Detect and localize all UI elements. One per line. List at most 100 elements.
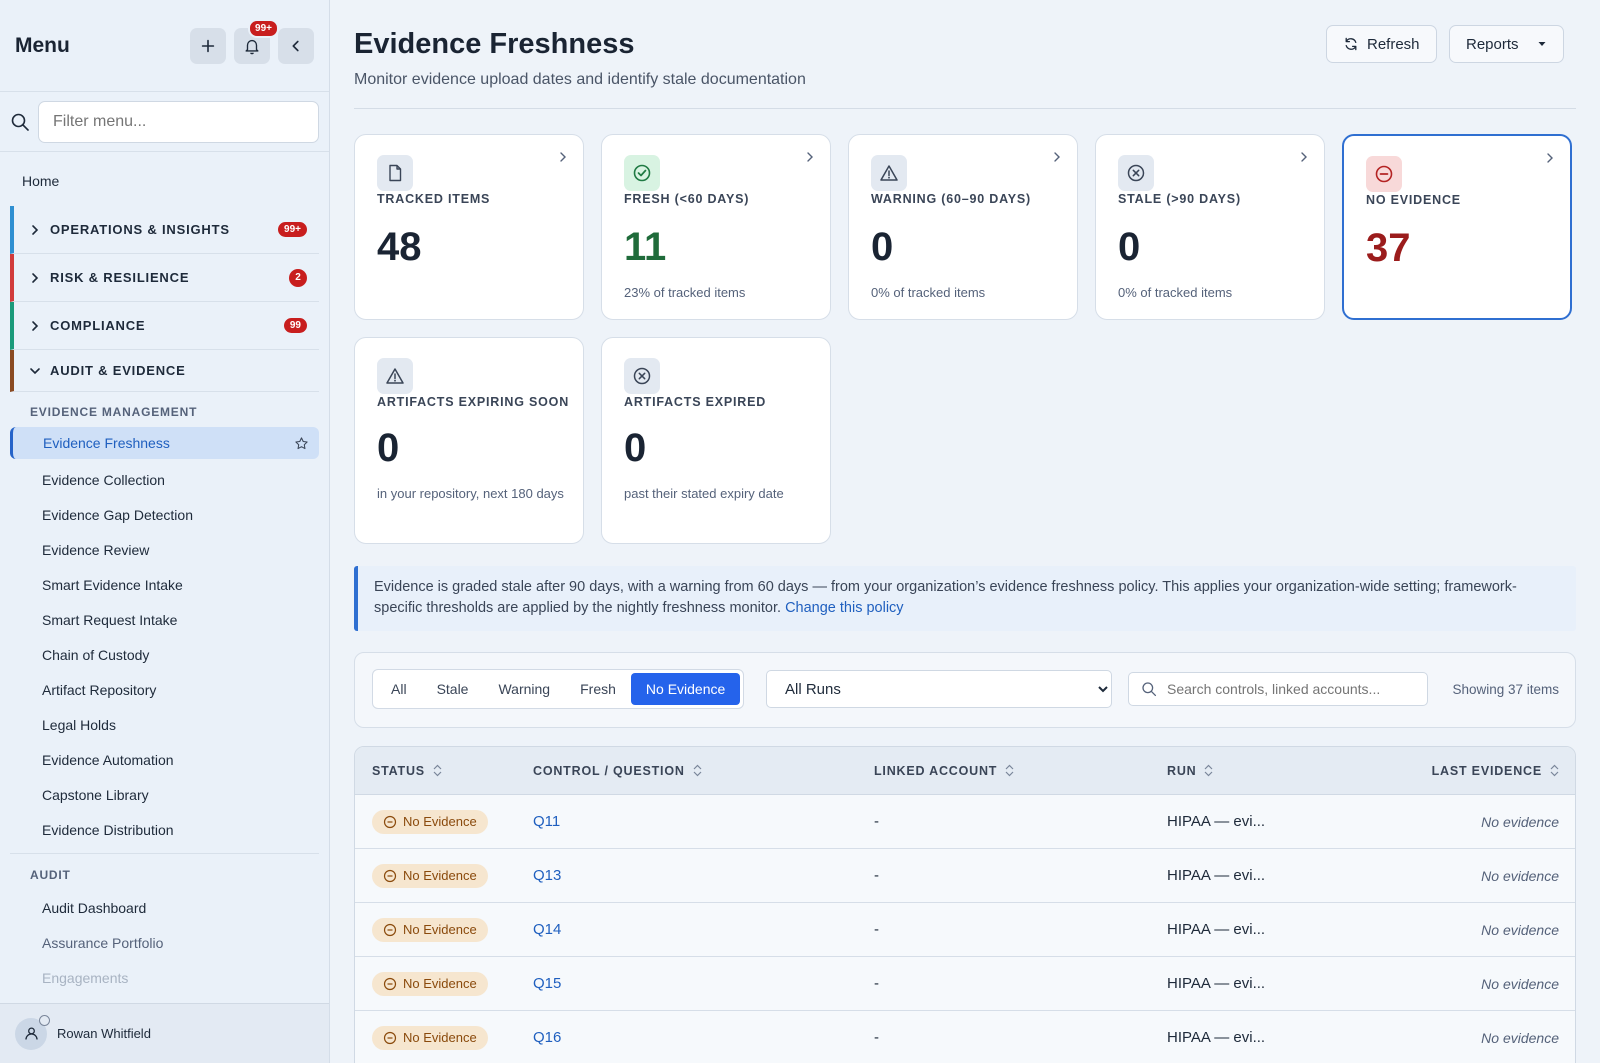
nav-item-evidence-automation[interactable]: Evidence Automation — [0, 742, 329, 777]
chevron-left-icon — [292, 40, 299, 51]
sort-icon — [1205, 764, 1213, 777]
status-label: No Evidence — [403, 976, 477, 991]
chevron-right-icon — [1547, 153, 1553, 163]
nav-group-risk-resilience[interactable]: RISK & RESILIENCE 2 — [10, 254, 319, 302]
user-footer[interactable]: Rowan Whitfield — [0, 1003, 329, 1063]
control-link[interactable]: Q15 — [533, 975, 561, 992]
tab-no-evidence[interactable]: No Evidence — [630, 673, 741, 705]
evidence-table: STATUS CONTROL / QUESTION LINKED ACCOUNT… — [354, 746, 1576, 1063]
card-warning[interactable]: WARNING (60–90 DAYS) 0 0% of tracked ite… — [848, 134, 1078, 320]
last-evidence-cell: No evidence — [1481, 975, 1559, 992]
card-tracked-items[interactable]: TRACKED ITEMS 48 — [354, 134, 584, 320]
tab-stale[interactable]: Stale — [422, 673, 484, 705]
card-label: STALE (>90 DAYS) — [1118, 192, 1241, 206]
status-cell: No Evidence — [355, 971, 533, 996]
add-button[interactable] — [190, 27, 226, 64]
tab-warning[interactable]: Warning — [483, 673, 565, 705]
table-row[interactable]: No Evidence Q15 - HIPAA — evi... No evid… — [355, 957, 1575, 1011]
table-row[interactable]: No Evidence Q11 - HIPAA — evi... No evid… — [355, 795, 1575, 849]
nav-item-evidence-distribution[interactable]: Evidence Distribution — [0, 812, 329, 847]
table-row[interactable]: No Evidence Q14 - HIPAA — evi... No evid… — [355, 903, 1575, 957]
search-controls-input[interactable] — [1167, 681, 1427, 697]
control-link[interactable]: Q14 — [533, 921, 561, 938]
column-label: LAST EVIDENCE — [1431, 763, 1542, 778]
nav-home[interactable]: Home — [0, 152, 329, 206]
nav-group-operations-insights[interactable]: OPERATIONS & INSIGHTS 99+ — [10, 206, 319, 254]
reports-button[interactable]: Reports — [1449, 25, 1564, 63]
x-circle-icon — [1118, 155, 1154, 191]
column-header-linked-account[interactable]: LINKED ACCOUNT — [874, 764, 1167, 778]
card-stale[interactable]: STALE (>90 DAYS) 0 0% of tracked items — [1095, 134, 1325, 320]
nav-item-smart-request-intake[interactable]: Smart Request Intake — [0, 602, 329, 637]
status-label: No Evidence — [403, 868, 477, 883]
column-header-status[interactable]: STATUS — [355, 764, 533, 778]
filter-menu-input[interactable] — [38, 100, 319, 143]
nav-group-badge: 99 — [283, 318, 307, 333]
refresh-label: Refresh — [1367, 35, 1420, 53]
card-no-evidence[interactable]: NO EVIDENCE 37 — [1342, 134, 1572, 320]
status-cell: No Evidence — [355, 863, 533, 888]
change-policy-link[interactable]: Change this policy — [785, 600, 904, 616]
nav-item-smart-evidence-intake[interactable]: Smart Evidence Intake — [0, 567, 329, 602]
sidebar: Menu 99+ Home OPERATIONS & INSIGHTS 99+ … — [0, 0, 330, 1063]
refresh-icon — [1345, 37, 1357, 51]
column-label: RUN — [1167, 763, 1197, 778]
chevron-right-icon — [1301, 152, 1307, 162]
refresh-button[interactable]: Refresh — [1326, 25, 1437, 63]
chevron-right-icon — [1054, 152, 1060, 162]
column-label: CONTROL / QUESTION — [533, 763, 685, 778]
status-cell: No Evidence — [355, 809, 533, 834]
run-cell: HIPAA — evi... — [1167, 867, 1266, 884]
status-badge: No Evidence — [372, 1025, 488, 1050]
control-link[interactable]: Q16 — [533, 1029, 561, 1046]
nav-group-label: RISK & RESILIENCE — [50, 270, 190, 285]
table-row[interactable]: No Evidence Q13 - HIPAA — evi... No evid… — [355, 849, 1575, 903]
nav-item-assurance-portfolio[interactable]: Assurance Portfolio — [0, 925, 329, 960]
card-artifacts-expiring-soon[interactable]: ARTIFACTS EXPIRING SOON 0 in your reposi… — [354, 337, 584, 544]
notifications-button[interactable]: 99+ — [234, 18, 279, 64]
nav-item-audit-dashboard[interactable]: Audit Dashboard — [0, 890, 329, 925]
control-link[interactable]: Q11 — [533, 813, 560, 830]
card-fresh[interactable]: FRESH (<60 DAYS) 11 23% of tracked items — [601, 134, 831, 320]
check-circle-icon — [624, 155, 660, 191]
nav-item-chain-of-custody[interactable]: Chain of Custody — [0, 637, 329, 672]
card-subtext: past their stated expiry date — [624, 486, 784, 501]
nav-item-evidence-review[interactable]: Evidence Review — [0, 532, 329, 567]
nav-item-engagements[interactable]: Engagements — [0, 960, 329, 995]
nav-group-label: COMPLIANCE — [50, 318, 146, 333]
page-title: Evidence Freshness — [354, 28, 635, 60]
tab-all[interactable]: All — [376, 673, 422, 705]
run-select[interactable]: All Runs — [766, 670, 1112, 708]
card-subtext: 23% of tracked items — [624, 285, 746, 300]
status-cell: No Evidence — [355, 917, 533, 942]
card-subtext: in your repository, next 180 days — [377, 486, 564, 501]
linked-account-cell: - — [874, 975, 879, 992]
nav-item-evidence-gap-detection[interactable]: Evidence Gap Detection — [0, 497, 329, 532]
nav-item-legal-holds[interactable]: Legal Holds — [0, 707, 329, 742]
sort-icon — [1005, 764, 1014, 777]
status-badge: No Evidence — [372, 971, 488, 996]
reports-label: Reports — [1466, 35, 1519, 53]
minus-circle-icon — [383, 1031, 397, 1044]
nav-item-evidence-freshness[interactable]: Evidence Freshness — [10, 427, 319, 459]
star-icon[interactable] — [294, 436, 309, 451]
control-link[interactable]: Q13 — [533, 867, 561, 884]
run-cell: HIPAA — evi... — [1167, 1029, 1266, 1046]
column-header-run[interactable]: RUN — [1167, 764, 1367, 778]
linked-account-cell: - — [874, 1029, 879, 1046]
table-row[interactable]: No Evidence Q16 - HIPAA — evi... No evid… — [355, 1011, 1575, 1063]
nav-group-audit-evidence[interactable]: AUDIT & EVIDENCE — [10, 350, 319, 392]
nav-item-evidence-collection[interactable]: Evidence Collection — [0, 462, 329, 497]
sidebar-title: Menu — [15, 33, 70, 57]
nav-item-artifact-repository[interactable]: Artifact Repository — [0, 672, 329, 707]
nav-item-capstone-library[interactable]: Capstone Library — [0, 777, 329, 812]
tab-fresh[interactable]: Fresh — [565, 673, 631, 705]
collapse-sidebar-button[interactable] — [278, 27, 314, 64]
column-header-control[interactable]: CONTROL / QUESTION — [533, 764, 874, 778]
sort-icon — [433, 764, 442, 777]
column-header-last-evidence[interactable]: LAST EVIDENCE — [1367, 764, 1575, 778]
status-badge: No Evidence — [372, 863, 488, 888]
nav-group-compliance[interactable]: COMPLIANCE 99 — [10, 302, 319, 350]
card-artifacts-expired[interactable]: ARTIFACTS EXPIRED 0 past their stated ex… — [601, 337, 831, 544]
user-name: Rowan Whitfield — [57, 1026, 151, 1041]
